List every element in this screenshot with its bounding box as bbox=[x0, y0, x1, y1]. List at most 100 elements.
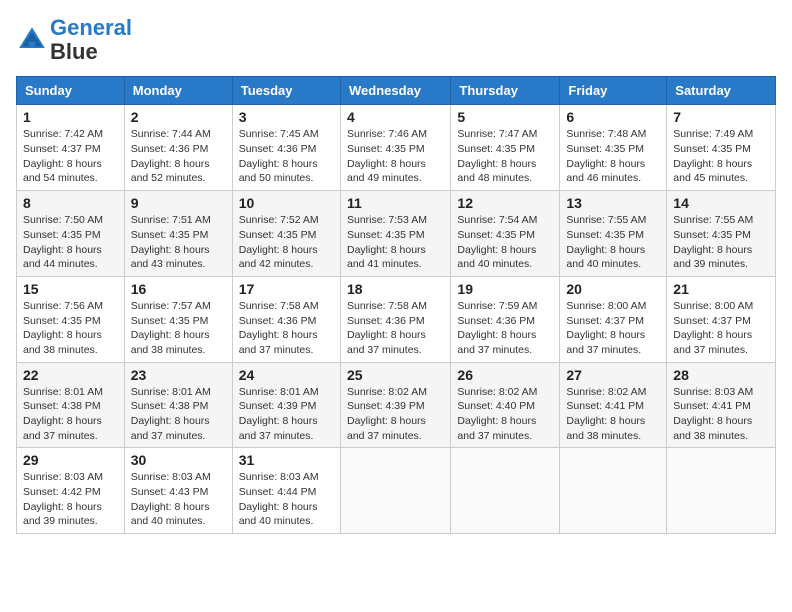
day-info: Sunrise: 7:47 AMSunset: 4:35 PMDaylight:… bbox=[457, 127, 553, 186]
day-info: Sunrise: 7:58 AMSunset: 4:36 PMDaylight:… bbox=[347, 299, 444, 358]
day-info: Sunrise: 8:02 AMSunset: 4:39 PMDaylight:… bbox=[347, 385, 444, 444]
day-number: 15 bbox=[23, 281, 118, 297]
day-info: Sunrise: 7:54 AMSunset: 4:35 PMDaylight:… bbox=[457, 213, 553, 272]
day-info: Sunrise: 7:53 AMSunset: 4:35 PMDaylight:… bbox=[347, 213, 444, 272]
day-info: Sunrise: 8:03 AMSunset: 4:44 PMDaylight:… bbox=[239, 470, 334, 529]
day-number: 29 bbox=[23, 452, 118, 468]
day-info: Sunrise: 7:56 AMSunset: 4:35 PMDaylight:… bbox=[23, 299, 118, 358]
calendar-cell: 17Sunrise: 7:58 AMSunset: 4:36 PMDayligh… bbox=[232, 276, 340, 362]
calendar-cell: 6Sunrise: 7:48 AMSunset: 4:35 PMDaylight… bbox=[560, 105, 667, 191]
day-number: 3 bbox=[239, 109, 334, 125]
calendar-cell bbox=[451, 448, 560, 534]
calendar-cell: 14 Sunrise: 7:55 AMSunset: 4:35 PMDayligh… bbox=[667, 191, 776, 277]
day-number: 31 bbox=[239, 452, 334, 468]
day-info: Sunrise: 8:02 AMSunset: 4:40 PMDaylight:… bbox=[457, 385, 553, 444]
calendar-week: 29 Sunrise: 8:03 AMSunset: 4:42 PMDayligh… bbox=[17, 448, 776, 534]
day-number: 30 bbox=[131, 452, 226, 468]
day-info: Sunrise: 7:57 AMSunset: 4:35 PMDaylight:… bbox=[131, 299, 226, 358]
day-number: 6 bbox=[566, 109, 660, 125]
day-info: Sunrise: 8:02 AMSunset: 4:41 PMDaylight:… bbox=[566, 385, 660, 444]
calendar-cell: 2 Sunrise: 7:44 AMSunset: 4:36 PMDaylight… bbox=[124, 105, 232, 191]
weekday-header: Saturday bbox=[667, 77, 776, 105]
calendar-cell bbox=[667, 448, 776, 534]
day-number: 2 bbox=[131, 109, 226, 125]
day-number: 24 bbox=[239, 367, 334, 383]
calendar-cell: 24 Sunrise: 8:01 AMSunset: 4:39 PMDayligh… bbox=[232, 362, 340, 448]
calendar-week: 8Sunrise: 7:50 AMSunset: 4:35 PMDaylight… bbox=[17, 191, 776, 277]
logo: General Blue bbox=[16, 16, 132, 64]
day-number: 7 bbox=[673, 109, 769, 125]
calendar-cell: 8Sunrise: 7:50 AMSunset: 4:35 PMDaylight… bbox=[17, 191, 125, 277]
calendar-week: 22 Sunrise: 8:01 AMSunset: 4:38 PMDayligh… bbox=[17, 362, 776, 448]
calendar-cell: 7 Sunrise: 7:49 AMSunset: 4:35 PMDaylight… bbox=[667, 105, 776, 191]
calendar-cell bbox=[340, 448, 450, 534]
day-info: Sunrise: 7:44 AMSunset: 4:36 PMDaylight:… bbox=[131, 127, 226, 186]
logo-icon bbox=[16, 24, 48, 56]
day-number: 20 bbox=[566, 281, 660, 297]
day-number: 22 bbox=[23, 367, 118, 383]
day-number: 17 bbox=[239, 281, 334, 297]
day-number: 27 bbox=[566, 367, 660, 383]
day-number: 9 bbox=[131, 195, 226, 211]
day-info: Sunrise: 7:55 AMSunset: 4:35 PMDaylight:… bbox=[566, 213, 660, 272]
calendar-cell: 28Sunrise: 8:03 AMSunset: 4:41 PMDayligh… bbox=[667, 362, 776, 448]
calendar-cell: 4 Sunrise: 7:46 AMSunset: 4:35 PMDaylight… bbox=[340, 105, 450, 191]
calendar-cell: 20Sunrise: 8:00 AMSunset: 4:37 PMDayligh… bbox=[560, 276, 667, 362]
calendar-cell: 19 Sunrise: 7:59 AMSunset: 4:36 PMDayligh… bbox=[451, 276, 560, 362]
day-info: Sunrise: 7:42 AMSunset: 4:37 PMDaylight:… bbox=[23, 127, 118, 186]
day-info: Sunrise: 8:01 AMSunset: 4:39 PMDaylight:… bbox=[239, 385, 334, 444]
day-number: 25 bbox=[347, 367, 444, 383]
day-number: 12 bbox=[457, 195, 553, 211]
calendar-cell: 30 Sunrise: 8:03 AMSunset: 4:43 PMDayligh… bbox=[124, 448, 232, 534]
day-info: Sunrise: 7:49 AMSunset: 4:35 PMDaylight:… bbox=[673, 127, 769, 186]
day-number: 21 bbox=[673, 281, 769, 297]
weekday-header: Sunday bbox=[17, 77, 125, 105]
day-info: Sunrise: 7:50 AMSunset: 4:35 PMDaylight:… bbox=[23, 213, 118, 272]
logo-text: General Blue bbox=[50, 16, 132, 64]
calendar-cell bbox=[560, 448, 667, 534]
day-number: 23 bbox=[131, 367, 226, 383]
day-info: Sunrise: 8:03 AMSunset: 4:42 PMDaylight:… bbox=[23, 470, 118, 529]
day-number: 26 bbox=[457, 367, 553, 383]
day-number: 14 bbox=[673, 195, 769, 211]
weekday-header: Tuesday bbox=[232, 77, 340, 105]
day-number: 19 bbox=[457, 281, 553, 297]
calendar-week: 1 Sunrise: 7:42 AMSunset: 4:37 PMDaylight… bbox=[17, 105, 776, 191]
calendar-cell: 15 Sunrise: 7:56 AMSunset: 4:35 PMDayligh… bbox=[17, 276, 125, 362]
calendar-cell: 16 Sunrise: 7:57 AMSunset: 4:35 PMDayligh… bbox=[124, 276, 232, 362]
calendar-cell: 13 Sunrise: 7:55 AMSunset: 4:35 PMDayligh… bbox=[560, 191, 667, 277]
calendar-cell: 5 Sunrise: 7:47 AMSunset: 4:35 PMDaylight… bbox=[451, 105, 560, 191]
calendar-cell: 1 Sunrise: 7:42 AMSunset: 4:37 PMDaylight… bbox=[17, 105, 125, 191]
calendar-week: 15 Sunrise: 7:56 AMSunset: 4:35 PMDayligh… bbox=[17, 276, 776, 362]
calendar-table: SundayMondayTuesdayWednesdayThursdayFrid… bbox=[16, 76, 776, 534]
weekday-header: Friday bbox=[560, 77, 667, 105]
day-number: 28 bbox=[673, 367, 769, 383]
day-info: Sunrise: 7:51 AMSunset: 4:35 PMDaylight:… bbox=[131, 213, 226, 272]
weekday-header: Thursday bbox=[451, 77, 560, 105]
calendar-cell: 23 Sunrise: 8:01 AMSunset: 4:38 PMDayligh… bbox=[124, 362, 232, 448]
calendar-cell: 27 Sunrise: 8:02 AMSunset: 4:41 PMDayligh… bbox=[560, 362, 667, 448]
calendar-cell: 10Sunrise: 7:52 AMSunset: 4:35 PMDayligh… bbox=[232, 191, 340, 277]
calendar-cell: 11Sunrise: 7:53 AMSunset: 4:35 PMDayligh… bbox=[340, 191, 450, 277]
day-number: 13 bbox=[566, 195, 660, 211]
day-info: Sunrise: 7:46 AMSunset: 4:35 PMDaylight:… bbox=[347, 127, 444, 186]
calendar-cell: 29 Sunrise: 8:03 AMSunset: 4:42 PMDayligh… bbox=[17, 448, 125, 534]
calendar-cell: 22Sunrise: 8:01 AMSunset: 4:38 PMDayligh… bbox=[17, 362, 125, 448]
day-info: Sunrise: 7:55 AMSunset: 4:35 PMDaylight:… bbox=[673, 213, 769, 272]
calendar-cell: 18 Sunrise: 7:58 AMSunset: 4:36 PMDayligh… bbox=[340, 276, 450, 362]
weekday-header: Wednesday bbox=[340, 77, 450, 105]
day-number: 5 bbox=[457, 109, 553, 125]
calendar-cell: 26 Sunrise: 8:02 AMSunset: 4:40 PMDayligh… bbox=[451, 362, 560, 448]
day-info: Sunrise: 8:00 AMSunset: 4:37 PMDaylight:… bbox=[673, 299, 769, 358]
page-header: General Blue bbox=[16, 16, 776, 64]
calendar-cell: 3 Sunrise: 7:45 AMSunset: 4:36 PMDaylight… bbox=[232, 105, 340, 191]
day-info: Sunrise: 7:59 AMSunset: 4:36 PMDaylight:… bbox=[457, 299, 553, 358]
day-info: Sunrise: 8:01 AMSunset: 4:38 PMDaylight:… bbox=[131, 385, 226, 444]
day-number: 4 bbox=[347, 109, 444, 125]
calendar-cell: 9 Sunrise: 7:51 AMSunset: 4:35 PMDaylight… bbox=[124, 191, 232, 277]
day-number: 1 bbox=[23, 109, 118, 125]
day-number: 18 bbox=[347, 281, 444, 297]
day-info: Sunrise: 7:45 AMSunset: 4:36 PMDaylight:… bbox=[239, 127, 334, 186]
day-number: 16 bbox=[131, 281, 226, 297]
day-info: Sunrise: 8:03 AMSunset: 4:43 PMDaylight:… bbox=[131, 470, 226, 529]
